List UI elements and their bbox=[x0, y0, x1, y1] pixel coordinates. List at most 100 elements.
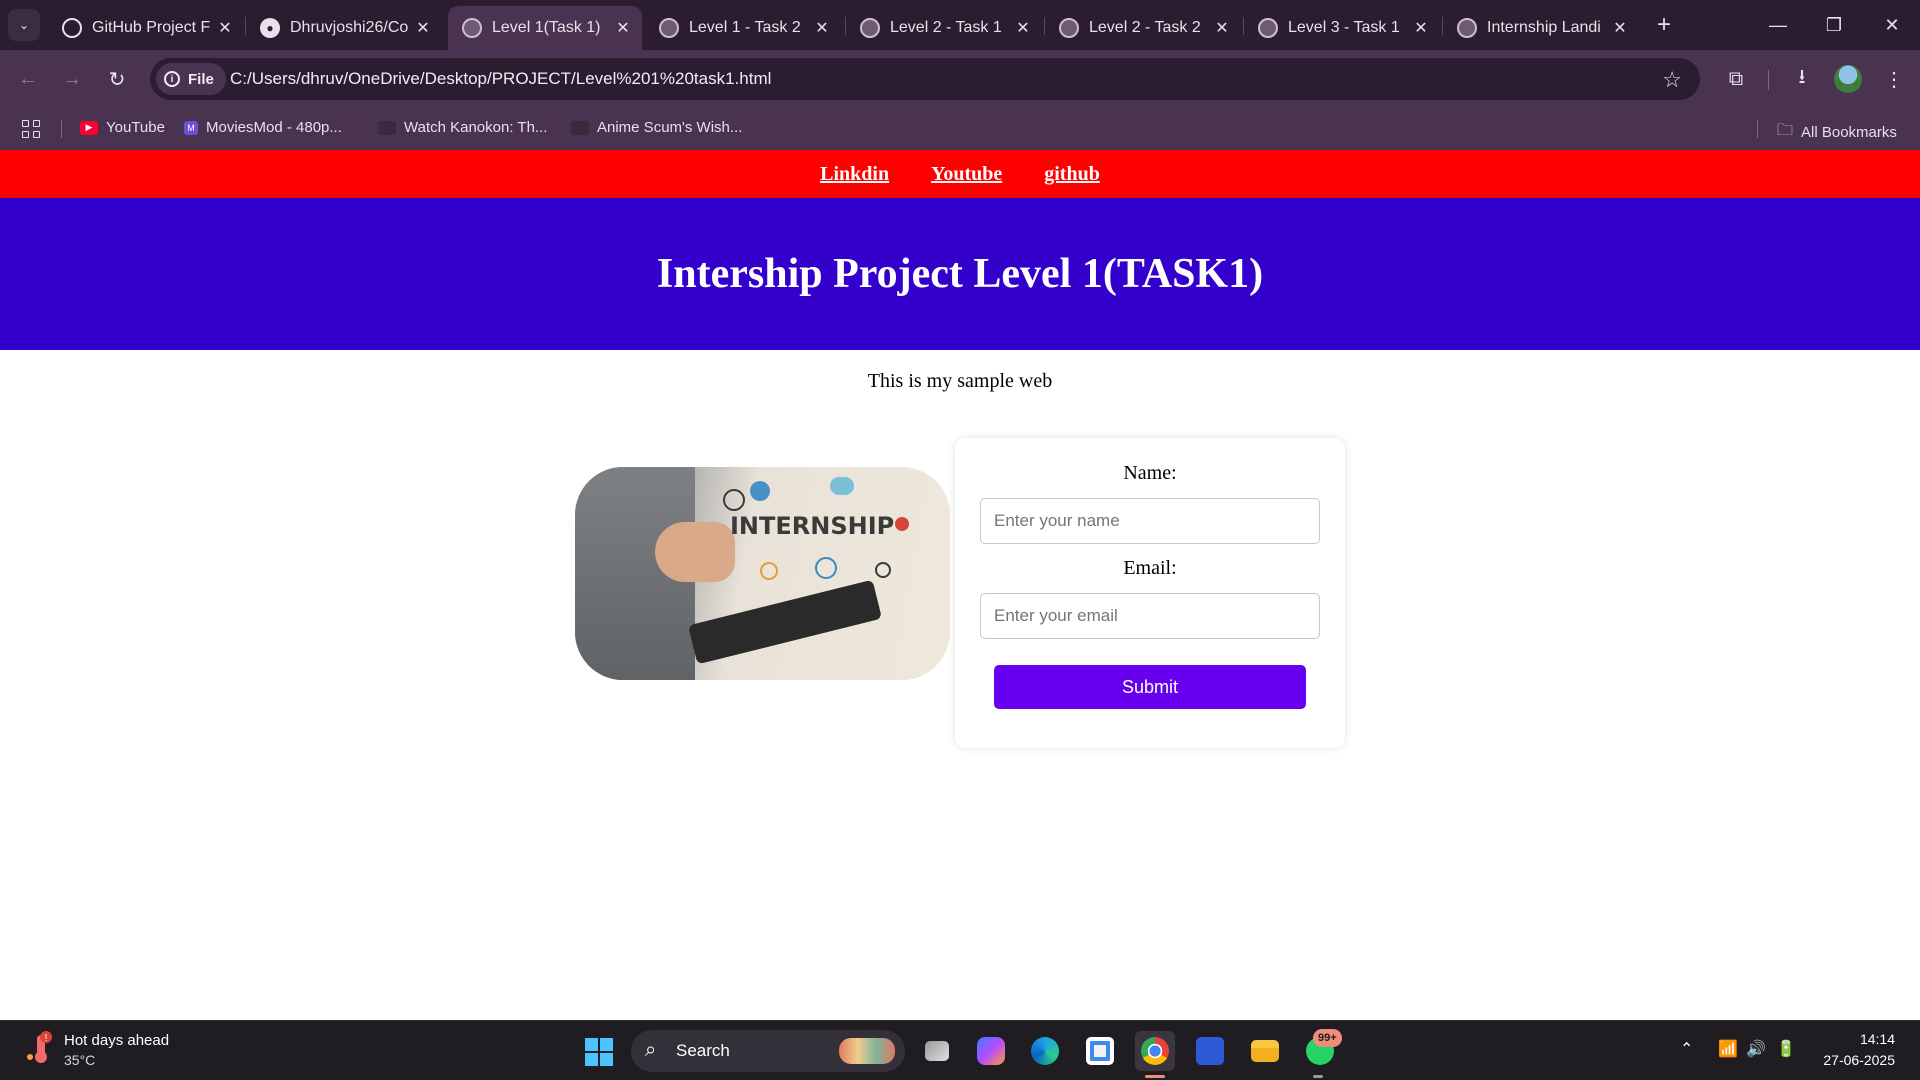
tab-title: Dhruvjoshi26/Co bbox=[290, 19, 409, 36]
weather-temperature: 35°C bbox=[64, 1052, 96, 1068]
nav-link-youtube[interactable]: Youtube bbox=[931, 163, 1002, 186]
nav-link-linkedin[interactable]: Linkdin bbox=[820, 163, 889, 186]
search-icon: ⌕ bbox=[645, 1039, 657, 1061]
thermometer-icon[interactable]: ! bbox=[26, 1031, 54, 1065]
tab-github-project[interactable]: GitHub Project F ✕ bbox=[48, 6, 244, 50]
tab-github-repo[interactable]: ● Dhruvjoshi26/Co ✕ bbox=[246, 6, 442, 50]
search-label: Search bbox=[676, 1041, 730, 1060]
bookmark-youtube[interactable]: ▶ YouTube bbox=[80, 119, 165, 136]
globe-icon bbox=[1457, 18, 1477, 38]
address-bar[interactable]: i File C:/Users/dhruv/OneDrive/Desktop/P… bbox=[150, 58, 1700, 100]
tab-title: Level 2 - Task 2 bbox=[1089, 19, 1201, 36]
globe-icon bbox=[860, 18, 880, 38]
task-view-button[interactable] bbox=[917, 1031, 957, 1071]
active-app-indicator bbox=[1145, 1075, 1165, 1078]
all-bookmarks-label: All Bookmarks bbox=[1801, 124, 1897, 141]
close-icon[interactable]: ✕ bbox=[1609, 18, 1631, 38]
minimize-button[interactable]: — bbox=[1750, 0, 1806, 50]
close-icon[interactable]: ✕ bbox=[412, 18, 434, 38]
copilot-button[interactable] bbox=[971, 1031, 1011, 1071]
profile-avatar[interactable] bbox=[1834, 65, 1862, 93]
tab-level1-task1[interactable]: Level 1(Task 1) ✕ bbox=[448, 6, 642, 50]
bookmark-label: YouTube bbox=[106, 119, 165, 136]
email-label: Email: bbox=[1123, 557, 1177, 579]
tab-level2-task1[interactable]: Level 2 - Task 1 ✕ bbox=[846, 6, 1042, 50]
close-icon[interactable]: ✕ bbox=[1012, 18, 1034, 38]
puzzle-icon: ⧉ bbox=[1728, 67, 1744, 90]
nav-link-github[interactable]: github bbox=[1044, 163, 1100, 186]
bookmark-anime-scum[interactable]: Anime Scum's Wish... bbox=[571, 119, 742, 136]
submit-button[interactable]: Submit bbox=[994, 665, 1306, 709]
weather-title[interactable]: Hot days ahead bbox=[64, 1032, 169, 1049]
new-tab-button[interactable]: + bbox=[1649, 10, 1679, 40]
notification-badge: 99+ bbox=[1313, 1029, 1342, 1047]
tab-internship-landing[interactable]: Internship Landi ✕ bbox=[1443, 6, 1639, 50]
page-title: Intership Project Level 1(TASK1) bbox=[656, 251, 1264, 297]
edge-icon bbox=[1031, 1037, 1059, 1065]
arrow-left-icon: ← bbox=[18, 67, 38, 90]
bookmarks-divider bbox=[61, 120, 62, 138]
forward-button[interactable]: → bbox=[56, 63, 88, 95]
copilot-icon bbox=[977, 1037, 1005, 1065]
back-button[interactable]: ← bbox=[12, 63, 44, 95]
clock-date[interactable]: 27-06-2025 bbox=[1823, 1052, 1895, 1068]
task-view-icon bbox=[925, 1041, 949, 1061]
volume-icon[interactable]: 🔊 bbox=[1746, 1039, 1766, 1059]
close-icon[interactable]: ✕ bbox=[214, 18, 236, 38]
extensions-button[interactable]: ⧉ bbox=[1720, 63, 1752, 95]
reload-button[interactable]: ↻ bbox=[101, 63, 133, 95]
chevron-up-icon[interactable]: ⌃ bbox=[1680, 1039, 1693, 1059]
tab-title: GitHub Project F bbox=[92, 19, 211, 36]
close-window-button[interactable]: ✕ bbox=[1864, 0, 1920, 50]
url-text[interactable]: C:/Users/dhruv/OneDrive/Desktop/PROJECT/… bbox=[230, 69, 771, 89]
globe-icon bbox=[1059, 18, 1079, 38]
bookmark-label: Anime Scum's Wish... bbox=[597, 119, 743, 136]
tab-level2-task2[interactable]: Level 2 - Task 2 ✕ bbox=[1045, 6, 1241, 50]
restore-icon: ❐ bbox=[1825, 14, 1843, 35]
battery-icon[interactable]: 🔋 bbox=[1776, 1039, 1796, 1059]
intro-text: This is my sample web bbox=[867, 370, 1053, 392]
tab-title: Level 1(Task 1) bbox=[492, 19, 601, 36]
restore-button[interactable]: ❐ bbox=[1806, 0, 1862, 50]
play-icon bbox=[571, 120, 589, 135]
chrome-button[interactable] bbox=[1135, 1031, 1175, 1071]
kebab-menu-icon: ⋮ bbox=[1884, 68, 1904, 91]
wifi-icon[interactable]: 📶 bbox=[1718, 1039, 1738, 1059]
close-icon[interactable]: ✕ bbox=[612, 18, 634, 38]
bookmark-star-icon[interactable]: ☆ bbox=[1662, 67, 1682, 93]
clock-time[interactable]: 14:14 bbox=[1860, 1031, 1895, 1047]
name-input[interactable] bbox=[980, 498, 1320, 544]
bookmark-moviesmod[interactable]: M MoviesMod - 480p... bbox=[184, 119, 342, 136]
vscode-style-app-button[interactable] bbox=[1190, 1031, 1230, 1071]
minimize-icon: — bbox=[1769, 14, 1787, 35]
globe-icon bbox=[659, 18, 679, 38]
tab-title: Level 2 - Task 1 bbox=[890, 19, 1002, 36]
tab-level3-task1[interactable]: Level 3 - Task 1 ✕ bbox=[1244, 6, 1440, 50]
hero-banner: Intership Project Level 1(TASK1) bbox=[0, 198, 1920, 350]
file-explorer-button[interactable] bbox=[1245, 1031, 1285, 1071]
windows-start-icon[interactable] bbox=[585, 1038, 613, 1066]
toolbar-divider bbox=[1768, 70, 1769, 90]
email-input[interactable] bbox=[980, 593, 1320, 639]
contact-form: Name: Email: Submit bbox=[955, 438, 1345, 748]
store-button[interactable] bbox=[1080, 1031, 1120, 1071]
youtube-icon: ▶ bbox=[80, 120, 98, 135]
close-icon: ✕ bbox=[1884, 14, 1900, 35]
tab-search-button[interactable]: ⌄ bbox=[8, 9, 40, 41]
site-info-chip[interactable]: i File bbox=[156, 63, 226, 95]
all-bookmarks[interactable]: 🗀 All Bookmarks bbox=[1777, 119, 1897, 146]
downloads-button[interactable]: ⭳ bbox=[1786, 63, 1818, 95]
close-icon[interactable]: ✕ bbox=[1211, 18, 1233, 38]
bookmark-kanokon[interactable]: Watch Kanokon: Th... bbox=[378, 119, 547, 136]
weather-alert-badge: ! bbox=[45, 1033, 48, 1044]
bookmarks-divider bbox=[1757, 120, 1758, 138]
tab-level1-task2[interactable]: Level 1 - Task 2 ✕ bbox=[645, 6, 841, 50]
edge-button[interactable] bbox=[1025, 1031, 1065, 1071]
chatgpt-icon bbox=[62, 18, 82, 38]
taskbar-search[interactable]: ⌕ Search bbox=[631, 1030, 905, 1072]
menu-button[interactable]: ⋮ bbox=[1878, 63, 1910, 95]
close-icon[interactable]: ✕ bbox=[1410, 18, 1432, 38]
apps-grid-icon[interactable] bbox=[22, 120, 40, 138]
chrome-icon bbox=[1141, 1037, 1169, 1065]
close-icon[interactable]: ✕ bbox=[811, 18, 833, 38]
